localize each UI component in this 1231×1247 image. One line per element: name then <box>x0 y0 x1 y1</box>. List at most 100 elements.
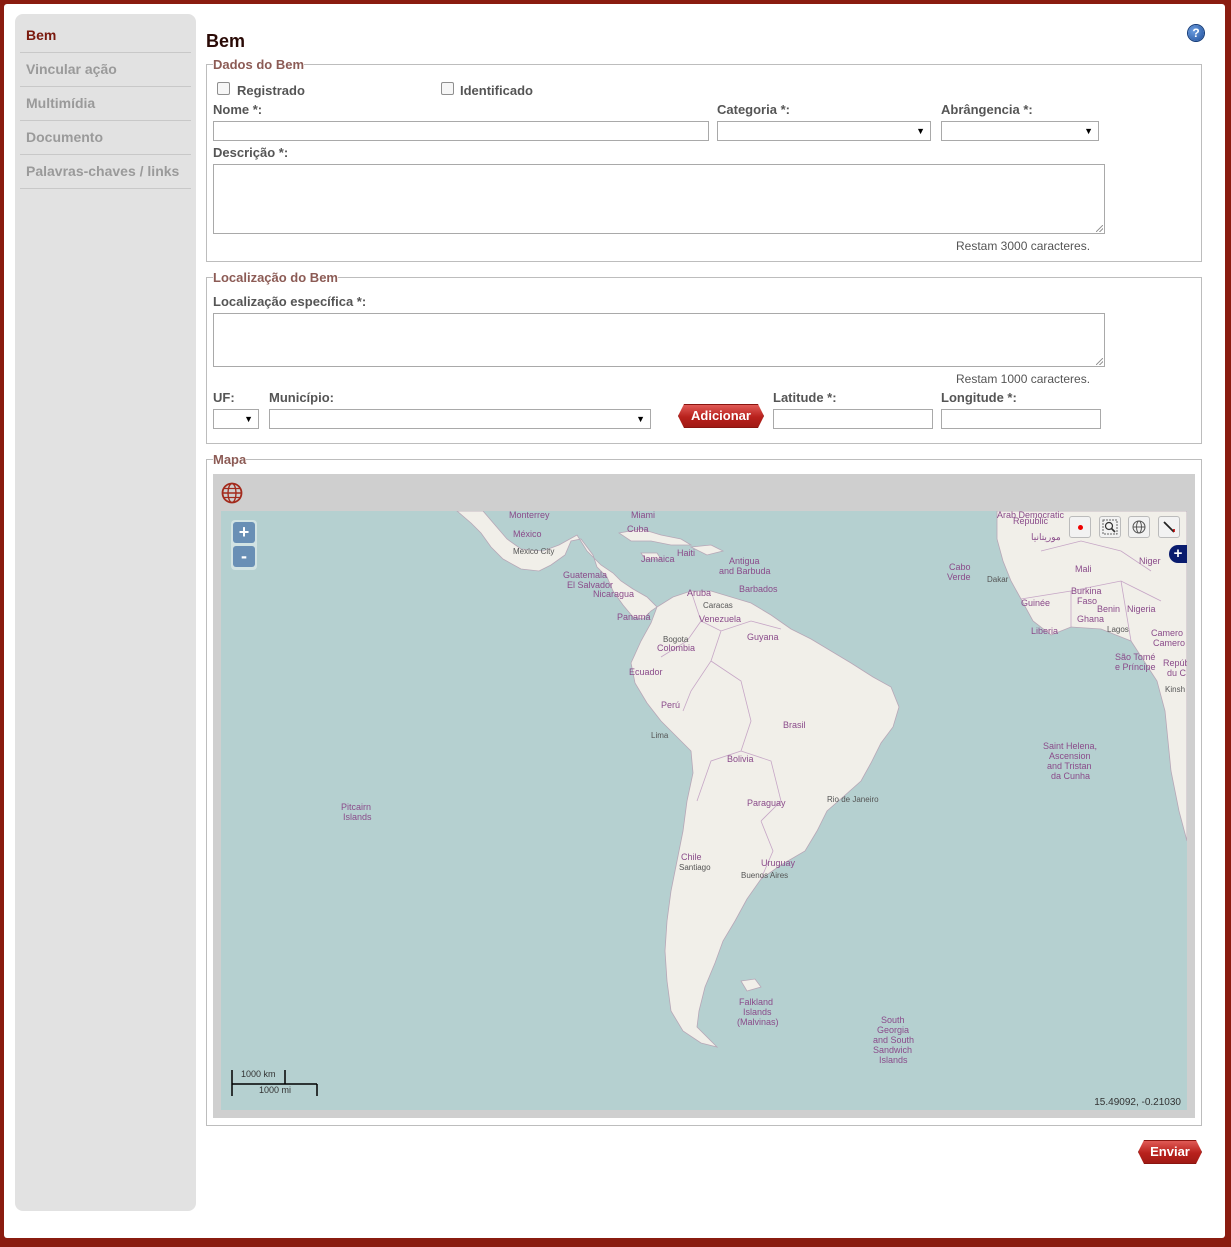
adicionar-button[interactable]: Adicionar <box>678 404 764 428</box>
map-label: Ecuador <box>629 667 663 677</box>
municipio-label: Município: <box>269 390 334 405</box>
nome-input[interactable] <box>213 121 709 141</box>
map-label: and Tristan <box>1047 761 1092 771</box>
map-label: Saint Helena, <box>1043 741 1098 751</box>
zoom-box-button[interactable] <box>1099 516 1121 538</box>
map-label: Santiago <box>679 863 711 872</box>
map-label: Georgia <box>877 1025 910 1035</box>
map-label: Cabo <box>949 562 971 572</box>
map-label: Paraguay <box>747 798 786 808</box>
map-label: South <box>881 1015 905 1025</box>
map-label: México <box>513 529 542 539</box>
map-label: Islands <box>743 1007 772 1017</box>
abrangencia-select[interactable]: ▼ <box>941 121 1099 141</box>
point-tool-button[interactable] <box>1069 516 1091 538</box>
municipio-select[interactable]: ▼ <box>269 409 651 429</box>
map-label: and South <box>873 1035 915 1045</box>
map-label: موريتانيا <box>1031 532 1061 542</box>
scale-bar: 1000 km 1000 mi <box>231 1068 321 1103</box>
map-label: Haiti <box>677 548 696 558</box>
zoom-control: + - <box>231 520 257 570</box>
sidebar: Bem Vincular ação Multimídia Documento P… <box>15 14 196 1211</box>
latitude-input[interactable] <box>773 409 933 429</box>
map-label: Repúb <box>1163 658 1187 668</box>
map-label: Burkina <box>1071 586 1102 596</box>
uf-select[interactable]: ▼ <box>213 409 259 429</box>
sidebar-item-palavras-chaves[interactable]: Palavras-chaves / links <box>20 155 191 189</box>
map-label: Islands <box>343 812 372 822</box>
map-label: Nigeria <box>1127 604 1156 614</box>
map-label: and Barbuda <box>719 566 771 576</box>
map-label: Buenos Aires <box>741 871 789 880</box>
map-label: Chile <box>681 852 702 862</box>
enviar-button[interactable]: Enviar <box>1138 1140 1202 1164</box>
identificado-checkbox[interactable] <box>441 82 454 95</box>
registrado-checkbox[interactable] <box>217 82 230 95</box>
sidebar-item-vincular-acao[interactable]: Vincular ação <box>20 53 191 87</box>
map-label: Republic <box>1013 516 1049 526</box>
globe-icon <box>1132 520 1146 534</box>
map-label: Bolivia <box>727 754 754 764</box>
map-label: Verde <box>947 572 971 582</box>
map-label: Monterrey <box>509 511 550 520</box>
sidebar-item-multimidia[interactable]: Multimídia <box>20 87 191 121</box>
page-frame: Bem Vincular ação Multimídia Documento P… <box>4 4 1225 1238</box>
map-label: e Príncipe <box>1115 662 1156 672</box>
mapa-legend: Mapa <box>213 452 247 467</box>
navigate-button[interactable] <box>1128 516 1150 538</box>
map-label: Mexico City <box>513 547 555 556</box>
map-label: Caracas <box>703 601 733 610</box>
map-label: Islands <box>879 1055 908 1065</box>
map-label: Lagos <box>1107 625 1129 634</box>
red-dot-icon <box>1077 524 1083 530</box>
help-icon[interactable]: ? <box>1188 25 1204 41</box>
chevron-down-icon: ▼ <box>244 414 253 424</box>
page-title: Bem <box>206 31 246 51</box>
zoom-box-icon <box>1102 519 1118 535</box>
nome-label: Nome *: <box>213 102 263 117</box>
map-label: Liberia <box>1031 626 1059 636</box>
map-label: Rio de Janeiro <box>827 795 879 804</box>
map-label: Cuba <box>627 524 649 534</box>
scale-mi-label: 1000 mi <box>259 1085 292 1095</box>
map-label: da Cunha <box>1051 771 1091 781</box>
resize-grip-icon[interactable] <box>1096 358 1103 365</box>
sidebar-item-documento[interactable]: Documento <box>20 121 191 155</box>
ruler-icon <box>1163 521 1175 533</box>
map-label: Colombia <box>657 643 696 653</box>
chevron-down-icon: ▼ <box>1084 126 1093 136</box>
localizacao-especifica-textarea[interactable] <box>213 313 1105 367</box>
map-label: du C <box>1167 668 1187 678</box>
chevron-down-icon: ▼ <box>916 126 925 136</box>
dados-do-bem-legend: Dados do Bem <box>213 57 305 72</box>
longitude-input[interactable] <box>941 409 1101 429</box>
sidebar-item-bem[interactable]: Bem <box>20 19 191 53</box>
map-label: Pitcairn <box>341 802 372 812</box>
measure-button[interactable] <box>1158 516 1180 538</box>
map-label: Benin <box>1097 604 1121 614</box>
identificado-label: Identificado <box>460 83 533 98</box>
localizacao-especifica-label: Localização específica *: <box>213 294 367 309</box>
mouse-position: 15.49092, -0.21030 <box>1094 1097 1181 1108</box>
categoria-select[interactable]: ▼ <box>717 121 931 141</box>
layer-switcher-button[interactable]: + <box>1169 545 1187 563</box>
scale-km-label: 1000 km <box>241 1069 276 1079</box>
uf-label: UF: <box>213 390 235 405</box>
map-label: Barbados <box>739 584 778 594</box>
localizacao-counter: Restam 1000 caracteres. <box>956 372 1091 386</box>
resize-grip-icon[interactable] <box>1096 225 1103 232</box>
map-view[interactable]: Monterrey Miami México Mexico City Cuba … <box>221 511 1187 1110</box>
descricao-counter: Restam 3000 caracteres. <box>956 239 1091 253</box>
map-label: Aruba <box>687 588 712 598</box>
zoom-in-button[interactable]: + <box>233 522 255 543</box>
globe-icon[interactable] <box>221 482 243 504</box>
descricao-textarea[interactable] <box>213 164 1105 234</box>
map-label: Panamá <box>617 612 651 622</box>
map-label: Sandwich <box>873 1045 913 1055</box>
map-label: Uruguay <box>761 858 796 868</box>
map-label: Nicaragua <box>593 589 635 599</box>
map-label: Ghana <box>1077 614 1105 624</box>
abrangencia-label: Abrângencia *: <box>941 102 1033 117</box>
zoom-out-button[interactable]: - <box>233 546 255 567</box>
map-label: São Tomé <box>1115 652 1156 662</box>
